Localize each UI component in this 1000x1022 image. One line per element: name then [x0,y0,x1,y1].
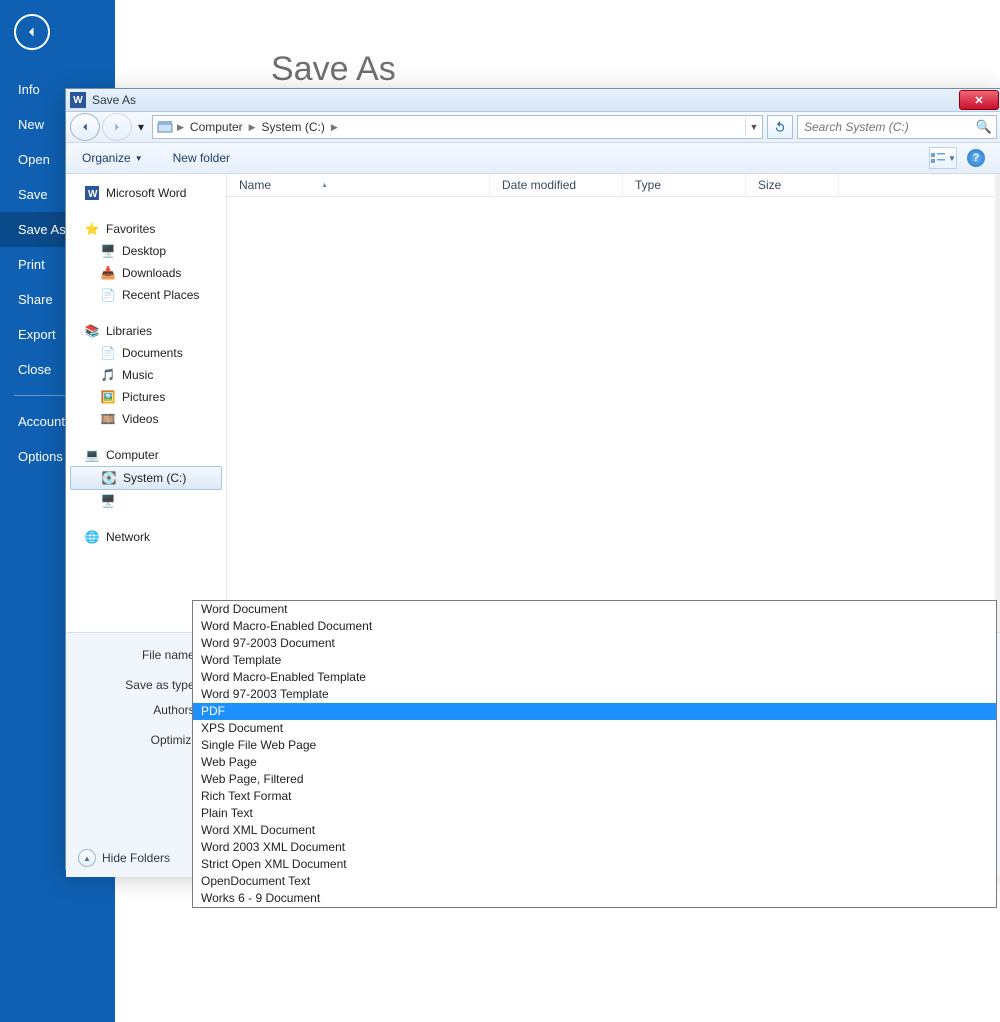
type-option[interactable]: Strict Open XML Document [193,856,996,873]
organize-button[interactable]: Organize▼ [82,151,143,165]
drive-icon [157,119,175,135]
close-icon: ✕ [974,94,983,107]
breadcrumb-sep[interactable]: ▶ [329,122,340,133]
network-icon: 🌐 [84,530,100,544]
word-icon: W [70,92,86,108]
col-type[interactable]: Type [623,174,746,196]
col-date[interactable]: Date modified [490,174,623,196]
arrow-left-icon [23,23,41,41]
tree-downloads[interactable]: 📥Downloads [66,262,226,284]
pictures-icon: 🖼️ [100,390,116,404]
tree-desktop[interactable]: 🖥️Desktop [66,240,226,262]
type-option[interactable]: Word 2003 XML Document [193,839,996,856]
type-option[interactable]: PDF [193,703,996,720]
tree-drive-extra[interactable]: 🖥️ [66,490,226,512]
type-option[interactable]: OpenDocument Text [193,873,996,890]
svg-text:W: W [88,189,98,200]
downloads-icon: 📥 [100,266,116,280]
type-option[interactable]: Rich Text Format [193,788,996,805]
type-option[interactable]: Word Template [193,652,996,669]
recent-icon: 📄 [100,288,116,302]
column-headers: Name Date modified Type Size [227,174,995,197]
refresh-icon [773,120,787,134]
tree-recent[interactable]: 📄Recent Places [66,284,226,306]
arrow-left-icon [78,120,92,134]
filename-label: File name: [78,648,206,662]
type-option[interactable]: Word Macro-Enabled Document [193,618,996,635]
desktop-icon: 🖥️ [100,244,116,258]
type-option[interactable]: XPS Document [193,720,996,737]
breadcrumb-computer[interactable]: Computer [186,120,247,134]
tree-word[interactable]: WMicrosoft Word [66,182,226,204]
type-option[interactable]: Plain Text [193,805,996,822]
tree-libraries[interactable]: 📚Libraries [66,320,226,342]
file-list[interactable]: Name Date modified Type Size [227,174,1000,632]
documents-icon: 📄 [100,346,116,360]
word-icon: W [84,186,100,200]
type-option[interactable]: Word Macro-Enabled Template [193,669,996,686]
tree-pictures[interactable]: 🖼️Pictures [66,386,226,408]
optimize-label: Optimize [78,733,206,747]
videos-icon: 🎞️ [100,412,116,426]
type-option[interactable]: Word Document [193,601,996,618]
type-option[interactable]: Word XML Document [193,822,996,839]
type-option[interactable]: Word 97-2003 Document [193,635,996,652]
arrow-right-icon [110,120,124,134]
computer-icon: 💻 [84,448,100,462]
chevron-up-icon: ▲ [78,849,96,867]
tree-network[interactable]: 🌐Network [66,526,226,548]
page-title: Save As [271,50,396,89]
authors-label: Authors: [78,703,206,717]
nav-forward-button[interactable] [102,113,132,141]
star-icon: ⭐ [84,222,100,236]
dialog-toolbar: Organize▼ New folder ▼ ? [66,143,1000,174]
tree-videos[interactable]: 🎞️Videos [66,408,226,430]
breadcrumb-sep[interactable]: ▶ [175,122,186,133]
address-bar[interactable]: ▶ Computer ▶ System (C:) ▶ ▼ [152,115,763,139]
tree-music[interactable]: 🎵Music [66,364,226,386]
tree-favorites[interactable]: ⭐Favorites [66,218,226,240]
dialog-title: Save As [92,93,136,107]
breadcrumb-drive[interactable]: System (C:) [258,120,329,134]
view-button[interactable]: ▼ [929,147,957,169]
type-option[interactable]: Works 6 - 9 Document [193,890,996,907]
nav-row: ▾ ▶ Computer ▶ System (C:) ▶ ▼ 🔍 [66,112,1000,143]
view-icon [930,152,946,164]
back-button[interactable] [14,14,50,50]
type-option[interactable]: Web Page [193,754,996,771]
refresh-button[interactable] [767,115,793,139]
newfolder-button[interactable]: New folder [173,151,230,165]
hide-folders-button[interactable]: ▲ Hide Folders [78,849,170,867]
tree-system-c[interactable]: 💽System (C:) [70,466,222,490]
dialog-titlebar[interactable]: W Save As ✕ [66,89,1000,112]
search-box[interactable]: 🔍 [797,115,997,139]
close-button[interactable]: ✕ [959,90,999,110]
col-name[interactable]: Name [227,174,490,196]
type-option[interactable]: Web Page, Filtered [193,771,996,788]
saveastype-dropdown[interactable]: Word DocumentWord Macro-Enabled Document… [192,600,997,908]
chevron-down-icon: ▼ [135,154,143,163]
search-input[interactable] [802,119,976,135]
music-icon: 🎵 [100,368,116,382]
chevron-down-icon: ▼ [948,154,956,163]
type-option[interactable]: Word 97-2003 Template [193,686,996,703]
libraries-icon: 📚 [84,324,100,338]
search-icon[interactable]: 🔍 [976,119,992,135]
saveastype-label: Save as type: [78,678,206,692]
tree-documents[interactable]: 📄Documents [66,342,226,364]
col-size[interactable]: Size [746,174,839,196]
nav-back-button[interactable] [70,113,100,141]
breadcrumb-sep[interactable]: ▶ [247,122,258,133]
nav-history-dropdown[interactable]: ▾ [134,116,148,138]
type-option[interactable]: Single File Web Page [193,737,996,754]
tree-computer[interactable]: 💻Computer [66,444,226,466]
nav-tree: WMicrosoft Word ⭐Favorites 🖥️Desktop 📥Do… [66,174,227,632]
monitor-icon: 🖥️ [100,494,116,508]
drive-icon: 💽 [101,471,117,485]
help-button[interactable]: ? [967,149,985,167]
address-dropdown[interactable]: ▼ [745,117,762,137]
